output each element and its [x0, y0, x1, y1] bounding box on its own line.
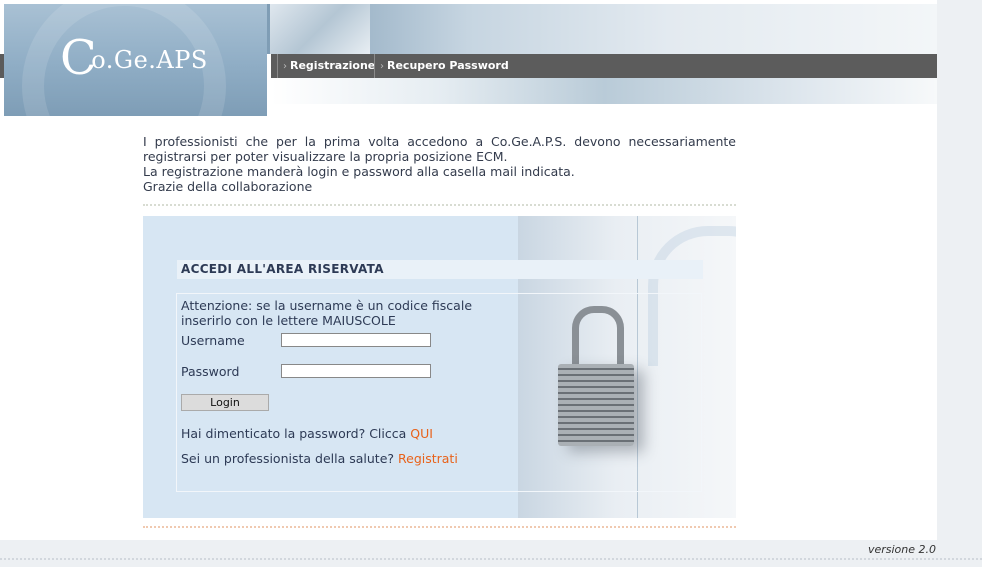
intro-line: Grazie della collaborazione: [143, 179, 313, 194]
forgot-password-link[interactable]: QUI: [410, 426, 433, 441]
intro-line: I professionisti che per la prima volta …: [143, 134, 736, 164]
username-notice-line: Attenzione: se la username è un codice f…: [181, 298, 473, 313]
right-background-strip: [937, 0, 982, 567]
login-form: Attenzione: se la username è un codice f…: [176, 293, 702, 492]
forgot-password-text: Hai dimenticato la password? Clicca QUI: [181, 426, 433, 441]
logo-text: Co.Ge.APS: [60, 30, 208, 86]
nav-registrazione[interactable]: › Registrazione: [283, 54, 375, 78]
nav-recupero-password-label: Recupero Password: [387, 59, 509, 72]
chevron-right-icon: ›: [283, 61, 287, 72]
password-label: Password: [181, 364, 240, 379]
register-link[interactable]: Registrati: [398, 451, 458, 466]
username-notice-line: inserirlo con le lettere MAIUSCOLE: [181, 313, 396, 328]
version-label: versione 2.0: [867, 543, 936, 556]
login-button[interactable]: Login: [181, 394, 269, 411]
username-notice: Attenzione: se la username è un codice f…: [181, 298, 472, 328]
nav-registrazione-label: Registrazione: [290, 59, 376, 72]
intro-divider: [143, 204, 736, 206]
nav-recupero-password[interactable]: › Recupero Password: [380, 54, 509, 78]
logo-name: o.Ge.APS: [91, 46, 208, 74]
password-input[interactable]: [281, 364, 431, 378]
intro-line: La registrazione manderà login e passwor…: [143, 164, 575, 179]
forgot-password-prefix: Hai dimenticato la password? Clicca: [181, 426, 411, 441]
register-prefix: Sei un professionista della salute?: [181, 451, 398, 466]
doctor-photo: [270, 4, 370, 54]
nav-separator: [374, 54, 375, 78]
chevron-right-icon: ›: [380, 61, 384, 72]
footer: [0, 540, 982, 567]
header-banner-bottom: [271, 78, 937, 104]
footer-divider: [0, 558, 982, 560]
nav-separator: [277, 54, 278, 78]
logo: Co.Ge.APS: [4, 4, 267, 116]
top-nav: › Registrazione › Recupero Password: [271, 54, 937, 78]
username-label: Username: [181, 333, 245, 348]
login-title: ACCEDI ALL'AREA RISERVATA: [177, 260, 703, 279]
register-text: Sei un professionista della salute? Regi…: [181, 451, 458, 466]
panel-bottom-divider: [143, 526, 736, 528]
login-panel: ACCEDI ALL'AREA RISERVATA Attenzione: se…: [143, 216, 736, 518]
username-input[interactable]: [281, 333, 431, 347]
intro-text: I professionisti che per la prima volta …: [143, 134, 736, 194]
